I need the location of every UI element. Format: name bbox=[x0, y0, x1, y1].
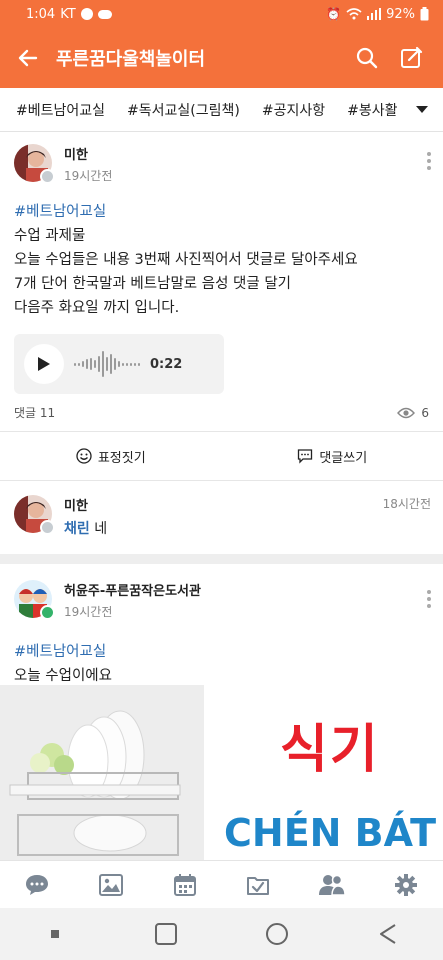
image-caption-korean: 식기 bbox=[280, 720, 380, 780]
top-bar: 1:04 KT ⏰ 92% 푸른꿈다울책놀이터 bbox=[0, 0, 443, 88]
post-photo[interactable]: 식기 CHÉN BÁT bbox=[0, 685, 443, 860]
more-options-icon[interactable] bbox=[425, 590, 433, 608]
post-line: 다음주 화요일 까지 입니다. bbox=[14, 300, 180, 316]
status-time: 1:04 bbox=[26, 6, 56, 22]
members-icon[interactable] bbox=[312, 865, 352, 905]
voice-message-player[interactable]: 0:22 bbox=[14, 334, 224, 394]
more-options-icon[interactable] bbox=[425, 152, 433, 170]
wifi-icon bbox=[346, 8, 362, 20]
settings-icon[interactable] bbox=[386, 865, 426, 905]
post-card: 허윤주-푸른꿈작은도서관 19시간전 #베트남어교실 오늘 수업이에요 bbox=[0, 564, 443, 688]
section-divider bbox=[0, 554, 443, 564]
battery-level: 92% bbox=[386, 6, 415, 22]
waveform bbox=[74, 349, 140, 379]
post-author[interactable]: 허윤주-푸른꿈작은도서관 bbox=[64, 580, 201, 599]
write-comment-button[interactable]: 댓글쓰기 bbox=[222, 432, 443, 480]
tag-vietnamese-class[interactable]: #베트남어교실 bbox=[16, 100, 105, 120]
battery-icon bbox=[420, 7, 429, 21]
app-header: 푸른꿈다울책놀이터 bbox=[0, 28, 443, 88]
post-actions: 표정짓기 댓글쓰기 bbox=[0, 431, 443, 481]
emoji-reaction-button[interactable]: 표정짓기 bbox=[0, 432, 222, 480]
circle-home-icon[interactable] bbox=[257, 914, 297, 954]
audio-duration: 0:22 bbox=[150, 356, 183, 372]
signal-icon bbox=[367, 8, 382, 20]
post-time: 19시간전 bbox=[64, 169, 113, 183]
app-bottom-nav bbox=[0, 860, 443, 908]
dish-rack-image bbox=[0, 685, 204, 860]
notification-c-icon bbox=[80, 8, 93, 20]
member-badge-icon bbox=[40, 169, 55, 184]
post-card: 미한 19시간전 #베트남어교실 수업 과제물 오늘 수업들은 내용 3번째 사… bbox=[0, 132, 443, 421]
tag-reading-class[interactable]: #독서교실(그림책) bbox=[127, 100, 240, 120]
member-badge-icon bbox=[40, 520, 55, 535]
comment-item: 미한 채린 네 18시간전 bbox=[0, 481, 443, 554]
tag-notice[interactable]: #공지사항 bbox=[262, 100, 325, 120]
home-icon[interactable] bbox=[146, 914, 186, 954]
post-body: #베트남어교실 수업 과제물 오늘 수업들은 내용 3번째 사진찍어서 댓글로 … bbox=[14, 200, 429, 320]
image-caption-vietnamese: CHÉN BÁT bbox=[224, 811, 437, 855]
post-line: 오늘 수업들은 내용 3번째 사진찍어서 댓글로 달아주세요 bbox=[14, 252, 358, 268]
status-bar: 1:04 KT ⏰ 92% bbox=[0, 0, 443, 28]
calendar-icon[interactable] bbox=[165, 865, 205, 905]
back-icon[interactable] bbox=[368, 914, 408, 954]
photo-icon[interactable] bbox=[91, 865, 131, 905]
post-line: 수업 과제물 bbox=[14, 228, 86, 244]
view-count: 6 bbox=[421, 405, 429, 420]
recents-icon[interactable] bbox=[35, 914, 75, 954]
emoji-reaction-label: 표정짓기 bbox=[97, 450, 146, 466]
compose-icon[interactable] bbox=[393, 40, 429, 76]
checklist-icon[interactable] bbox=[238, 865, 278, 905]
page-title: 푸른꿈다울책놀이터 bbox=[56, 49, 206, 70]
search-icon[interactable] bbox=[349, 40, 385, 76]
write-comment-label: 댓글쓰기 bbox=[319, 450, 368, 466]
smile-icon bbox=[76, 448, 92, 464]
manager-badge-icon bbox=[40, 605, 55, 620]
system-nav-bar bbox=[0, 908, 443, 960]
eye-icon bbox=[397, 407, 416, 418]
avatar[interactable] bbox=[14, 144, 55, 184]
post-hashtag[interactable]: #베트남어교실 bbox=[14, 640, 429, 664]
tag-volunteer[interactable]: #봉사활 bbox=[347, 100, 397, 120]
comment-author[interactable]: 미한 bbox=[64, 495, 429, 514]
back-arrow-icon[interactable] bbox=[12, 42, 44, 74]
comment-count[interactable]: 댓글 11 bbox=[14, 404, 55, 421]
alarm-icon: ⏰ bbox=[326, 7, 342, 21]
notification-cloud-icon bbox=[97, 9, 112, 19]
comment-mention[interactable]: 채린 bbox=[64, 521, 90, 537]
post-hashtag[interactable]: #베트남어교실 bbox=[14, 200, 429, 224]
comment-text: 네 bbox=[89, 521, 108, 537]
chat-icon[interactable] bbox=[17, 865, 57, 905]
avatar[interactable] bbox=[14, 495, 55, 535]
post-time: 19시간전 bbox=[64, 605, 113, 619]
tag-bar: #베트남어교실 #독서교실(그림책) #공지사항 #봉사활 bbox=[0, 88, 443, 132]
post-body: #베트남어교실 오늘 수업이에요 bbox=[14, 640, 429, 688]
avatar[interactable] bbox=[14, 580, 55, 620]
post-line: 7개 단어 한국말과 베트남말로 음성 댓글 달기 bbox=[14, 276, 291, 292]
play-icon[interactable] bbox=[24, 344, 64, 384]
post-author[interactable]: 미한 bbox=[64, 144, 112, 163]
comment-time: 18시간전 bbox=[382, 497, 431, 511]
tag-dropdown-icon[interactable] bbox=[401, 88, 443, 131]
comment-icon bbox=[298, 449, 313, 464]
status-carrier: KT bbox=[60, 6, 76, 22]
